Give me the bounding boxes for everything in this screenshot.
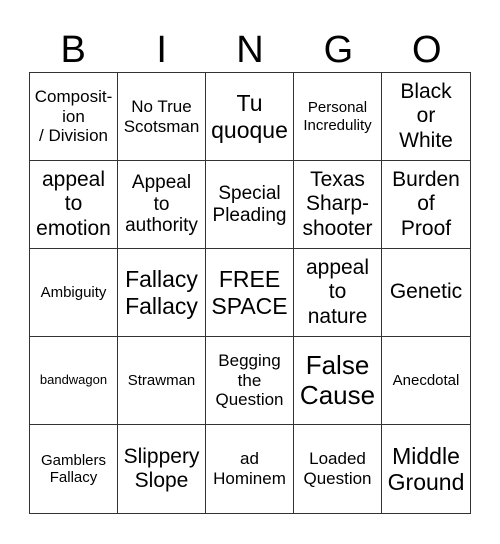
bingo-cell[interactable]: Black or White xyxy=(382,73,470,161)
bingo-cell[interactable]: Composit- ion / Division xyxy=(30,73,118,161)
free-space-cell[interactable]: FREE SPACE xyxy=(206,249,294,337)
bingo-cell[interactable]: Middle Ground xyxy=(382,425,470,513)
bingo-cell[interactable]: Special Pleading xyxy=(206,161,294,249)
header-letter-g: G xyxy=(323,29,354,71)
bingo-cell[interactable]: No True Scotsman xyxy=(118,73,206,161)
bingo-cell[interactable]: Ambiguity xyxy=(30,249,118,337)
bingo-cell[interactable]: Begging the Question xyxy=(206,337,294,425)
bingo-grid: Composit- ion / Division No True Scotsma… xyxy=(29,72,471,514)
bingo-cell[interactable]: Appeal to authority xyxy=(118,161,206,249)
bingo-cell[interactable]: Loaded Question xyxy=(294,425,382,513)
bingo-cell[interactable]: Genetic xyxy=(382,249,470,337)
bingo-cell[interactable]: appeal to emotion xyxy=(30,161,118,249)
header-letter-o: O xyxy=(412,29,442,71)
bingo-cell[interactable]: ad Hominem xyxy=(206,425,294,513)
bingo-header: B I N G O xyxy=(29,28,471,72)
header-letter-b: B xyxy=(60,29,86,71)
bingo-cell[interactable]: appeal to nature xyxy=(294,249,382,337)
bingo-cell[interactable]: False Cause xyxy=(294,337,382,425)
bingo-cell[interactable]: Strawman xyxy=(118,337,206,425)
header-letter-i: I xyxy=(156,29,167,71)
bingo-cell[interactable]: Texas Sharp- shooter xyxy=(294,161,382,249)
bingo-cell[interactable]: Gamblers Fallacy xyxy=(30,425,118,513)
bingo-cell[interactable]: Fallacy Fallacy xyxy=(118,249,206,337)
bingo-cell[interactable]: Burden of Proof xyxy=(382,161,470,249)
bingo-cell[interactable]: bandwagon xyxy=(30,337,118,425)
bingo-cell[interactable]: Slippery Slope xyxy=(118,425,206,513)
bingo-cell[interactable]: Tu quoque xyxy=(206,73,294,161)
bingo-cell[interactable]: Anecdotal xyxy=(382,337,470,425)
header-letter-n: N xyxy=(236,29,264,71)
bingo-cell[interactable]: Personal Incredulity xyxy=(294,73,382,161)
